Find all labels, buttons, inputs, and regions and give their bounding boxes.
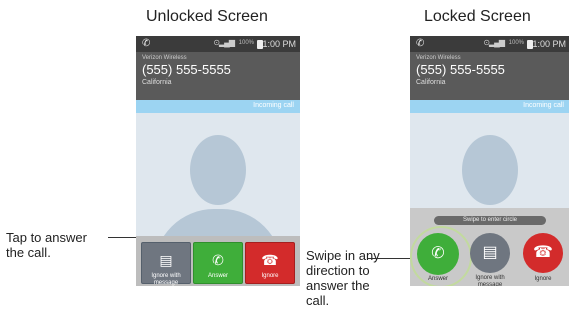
hangup-icon: ☎ (533, 244, 553, 261)
ignore-swipe-label: Ignore (534, 276, 552, 282)
answer-swipe-label: Answer (427, 276, 448, 282)
ignore-swipe-button[interactable]: ☎ (523, 233, 563, 273)
answer-label: Answer (207, 273, 228, 279)
ignore-with-message-label: Ignore with message (151, 273, 181, 286)
silhouette-head (190, 135, 246, 205)
swipe-hint-bar: Swipe to enter circle (434, 216, 546, 225)
swipe-action-area: Swipe to enter circle ✆ ▤ ☎ Answer Ignor… (410, 208, 569, 286)
locked-phone-screen: ✆ ⊙▂▄▆ 100% 1:00 PM Verizon Wireless (55… (410, 36, 569, 286)
ignore-with-message-swipe-button[interactable]: ▤ (470, 233, 510, 273)
caller-info: Verizon Wireless (555) 555-5555 Californ… (410, 52, 569, 100)
signal-icon: ⊙▂▄▆ (483, 38, 505, 47)
ignore-button[interactable]: ☎ Ignore (245, 242, 295, 284)
swipe-annotation-line-4: call. (306, 293, 330, 308)
signal-icon: ⊙▂▄▆ (213, 38, 235, 47)
tap-annotation-line-2: the call. (6, 245, 51, 260)
silhouette-head (462, 135, 518, 205)
incoming-call-label: Incoming call (523, 102, 564, 109)
incoming-call-bar: Incoming call (136, 100, 300, 113)
unlocked-screen-heading: Unlocked Screen (146, 8, 268, 25)
caller-location: California (142, 79, 172, 86)
swipe-annotation: Swipe in any direction to answer the cal… (306, 248, 380, 308)
message-icon: ▤ (159, 252, 173, 268)
incoming-call-bar: Incoming call (410, 100, 569, 113)
phone-icon: ✆ (431, 245, 445, 262)
carrier-name: Verizon Wireless (142, 55, 187, 61)
ignore-with-message-button[interactable]: ▤ Ignore with message (141, 242, 191, 286)
caller-number: (555) 555-5555 (142, 62, 231, 77)
status-time: 1:00 PM (532, 39, 566, 49)
ignore-label: Ignore (261, 273, 279, 279)
phone-icon: ✆ (212, 252, 224, 268)
incoming-call-label: Incoming call (253, 102, 294, 109)
swipe-annotation-line-2: direction to (306, 263, 370, 278)
swipe-hint-label: Swipe to enter circle (462, 217, 518, 223)
phone-icon: ✆ (142, 38, 151, 49)
ignore-with-message-swipe-label: Ignore with message (475, 275, 505, 286)
unlocked-phone-screen: ✆ ⊙▂▄▆ 100% 1:00 PM Verizon Wireless (55… (136, 36, 300, 286)
caller-info: Verizon Wireless (555) 555-5555 Californ… (136, 52, 300, 100)
caller-location: California (416, 79, 446, 86)
hangup-icon: ☎ (261, 252, 279, 268)
tap-annotation-line-1: Tap to answer (6, 230, 87, 245)
battery-percent: 100% (508, 40, 524, 46)
answer-button[interactable]: ✆ Answer (193, 242, 243, 284)
status-bar: ✆ ⊙▂▄▆ 100% 1:00 PM (136, 36, 300, 52)
swipe-annotation-line-3: answer the (306, 278, 370, 293)
battery-percent: 100% (238, 40, 254, 46)
locked-screen-heading: Locked Screen (424, 8, 531, 25)
phone-icon: ✆ (416, 38, 425, 49)
call-action-bar: ▤ Ignore with message ✆ Answer ☎ Ignore (136, 236, 300, 286)
swipe-annotation-line-1: Swipe in any (306, 248, 380, 263)
message-icon: ▤ (482, 244, 498, 261)
answer-swipe-button[interactable]: ✆ (417, 233, 459, 275)
tap-annotation: Tap to answer the call. (6, 230, 87, 260)
caller-number: (555) 555-5555 (416, 62, 505, 77)
status-bar: ✆ ⊙▂▄▆ 100% 1:00 PM (410, 36, 569, 52)
status-time: 1:00 PM (262, 39, 296, 49)
carrier-name: Verizon Wireless (416, 55, 461, 61)
